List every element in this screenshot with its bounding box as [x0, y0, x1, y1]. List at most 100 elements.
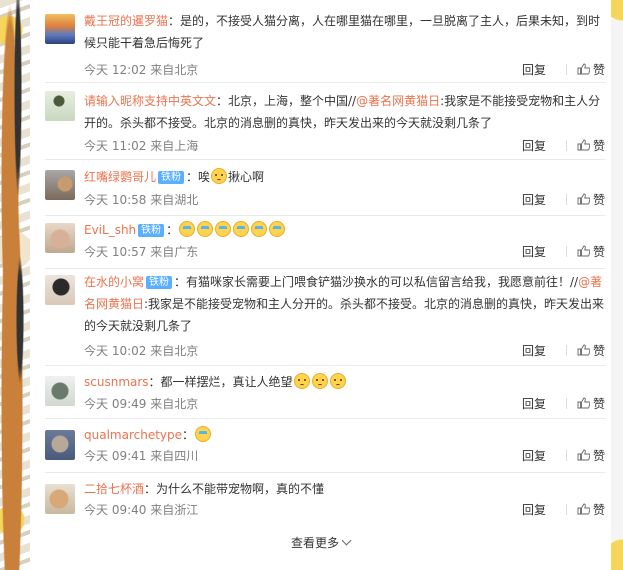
divider	[565, 140, 567, 151]
username-link[interactable]: 请输入昵称支持中英文文	[84, 94, 216, 108]
fan-badge: 铁粉	[158, 171, 185, 184]
sad-emoji-icon	[293, 373, 310, 389]
comment-body: ：	[182, 428, 195, 442]
like-label: 赞	[592, 397, 605, 411]
divider	[565, 345, 567, 356]
crying-emoji-icon	[215, 221, 232, 237]
comment-text: qualmarchetype：	[84, 424, 605, 446]
crying-emoji-icon	[197, 221, 214, 237]
comment-body: ：为什么不能带宠物啊，真的不懂	[144, 482, 325, 496]
fan-badge: 铁粉	[146, 276, 173, 289]
crying-emoji-icon	[233, 221, 250, 237]
comment-actions: 回复 赞	[522, 396, 605, 412]
like-label: 赞	[592, 139, 605, 153]
divider	[565, 450, 567, 461]
like-label: 赞	[592, 344, 605, 358]
comment-text: 二拾七杯酒：为什么不能带宠物啊，真的不懂	[84, 478, 605, 500]
comment-meta: 今天 10:02 来自北京	[84, 344, 199, 358]
comment-item: scusnmars：都一样摆烂，真让人绝望 今天 09:49 来自北京 回复 赞	[45, 373, 605, 419]
divider	[565, 194, 567, 205]
like-button[interactable]: 赞	[577, 139, 605, 153]
username-link[interactable]: qualmarchetype	[84, 428, 182, 442]
like-button[interactable]: 赞	[577, 193, 605, 207]
reply-button[interactable]: 回复	[522, 449, 546, 463]
comment-body: :我家是不能接受宠物和主人分开的。杀头都不接受。北京的消息删的真快，昨天发出来的…	[84, 297, 605, 333]
crying-emoji-icon	[251, 221, 268, 237]
thumbs-up-icon	[577, 193, 590, 205]
comment-body: 揪心啊	[228, 170, 265, 184]
mention-link[interactable]: @著名网黄猫日	[356, 94, 440, 108]
avatar[interactable]	[45, 170, 75, 200]
avatar[interactable]	[45, 484, 75, 514]
sad-emoji-icon	[211, 168, 228, 184]
like-button[interactable]: 赞	[577, 245, 605, 259]
reply-button[interactable]: 回复	[522, 193, 546, 207]
thumbs-up-icon	[577, 449, 590, 461]
sad-emoji-icon	[329, 373, 346, 389]
comment-text: scusnmars：都一样摆烂，真让人绝望	[84, 371, 605, 393]
like-label: 赞	[592, 245, 605, 259]
comment-item: 二拾七杯酒：为什么不能带宠物啊，真的不懂 今天 09:40 来自浙江 回复 赞	[45, 482, 605, 524]
comment-meta: 今天 11:02 来自上海	[84, 139, 199, 153]
like-label: 赞	[592, 503, 605, 517]
comment-meta: 今天 10:57 来自广东	[84, 245, 199, 259]
username-link[interactable]: 在水的小窝	[84, 275, 144, 289]
reply-button[interactable]: 回复	[522, 139, 546, 153]
comment-item: 在水的小窝 铁粉 ：有猫咪家长需要上门喂食铲猫沙换水的可以私信留言给我，我愿意前往！…	[45, 275, 605, 366]
divider	[565, 398, 567, 409]
comment-body: ：北京，上海，整个中国//	[216, 94, 357, 108]
crying-emoji-icon	[195, 426, 212, 442]
like-button[interactable]: 赞	[577, 344, 605, 358]
thumbs-up-icon	[577, 503, 590, 515]
reply-button[interactable]: 回复	[522, 397, 546, 411]
username-link[interactable]: 二拾七杯酒	[84, 482, 144, 496]
crying-emoji-icon	[269, 221, 286, 237]
reply-button[interactable]: 回复	[522, 344, 546, 358]
divider	[565, 246, 567, 257]
comment-item: 请输入昵称支持中英文文：北京，上海，整个中国//@著名网黄猫日:我家是不能接受宠…	[45, 91, 605, 160]
like-label: 赞	[592, 193, 605, 207]
comment-item: 红嘴绿鹦哥儿 铁粉 ：唉 揪心啊 今天 10:58 来自湖北 回复 赞	[45, 168, 605, 216]
comment-body: ：唉	[186, 170, 211, 184]
like-button[interactable]: 赞	[577, 397, 605, 411]
comment-text: 红嘴绿鹦哥儿 铁粉 ：唉 揪心啊	[84, 166, 605, 188]
load-more-button[interactable]: 查看更多	[30, 535, 611, 551]
username-link[interactable]: 红嘴绿鹦哥儿	[84, 170, 156, 184]
background-artwork-right	[611, 0, 623, 570]
reply-button[interactable]: 回复	[522, 63, 546, 77]
comment-item: qualmarchetype： 今天 09:41 来自四川 回复 赞	[45, 426, 605, 473]
reply-button[interactable]: 回复	[522, 503, 546, 517]
comment-body: ：有猫咪家长需要上门喂食铲猫沙换水的可以私信留言给我，我愿意前往！//	[174, 275, 579, 289]
comment-actions: 回复 赞	[522, 62, 605, 78]
background-artwork-left	[0, 0, 30, 570]
comment-actions: 回复 赞	[522, 502, 605, 518]
comment-body: ：	[166, 223, 179, 237]
avatar[interactable]	[45, 91, 75, 121]
comment-panel: 戴王冠的暹罗猫：是的，不接受人猫分离，人在哪里猫在哪里，一旦脱离了主人，后果未知…	[30, 0, 611, 570]
reply-button[interactable]: 回复	[522, 245, 546, 259]
avatar[interactable]	[45, 430, 75, 460]
username-link[interactable]: EviL_shh	[84, 223, 136, 237]
comment-actions: 回复 赞	[522, 448, 605, 464]
avatar[interactable]	[45, 376, 75, 406]
like-label: 赞	[592, 449, 605, 463]
avatar[interactable]	[45, 275, 75, 305]
avatar[interactable]	[45, 223, 75, 253]
avatar[interactable]	[45, 14, 75, 44]
crying-emoji-icon	[179, 221, 196, 237]
thumbs-up-icon	[577, 245, 590, 257]
username-link[interactable]: scusnmars	[84, 375, 149, 389]
thumbs-up-icon	[577, 397, 590, 409]
username-link[interactable]: 戴王冠的暹罗猫	[84, 14, 168, 28]
load-more-label: 查看更多	[290, 536, 339, 550]
comment-meta: 今天 09:49 来自北京	[84, 397, 199, 411]
comment-meta: 今天 09:40 来自浙江	[84, 503, 199, 517]
like-button[interactable]: 赞	[577, 63, 605, 77]
comment-actions: 回复 赞	[522, 244, 605, 260]
like-button[interactable]: 赞	[577, 503, 605, 517]
divider	[565, 64, 567, 75]
comment-actions: 回复 赞	[522, 138, 605, 154]
comment-text: 请输入昵称支持中英文文：北京，上海，整个中国//@著名网黄猫日:我家是不能接受宠…	[84, 90, 605, 134]
like-button[interactable]: 赞	[577, 449, 605, 463]
divider	[565, 504, 567, 515]
